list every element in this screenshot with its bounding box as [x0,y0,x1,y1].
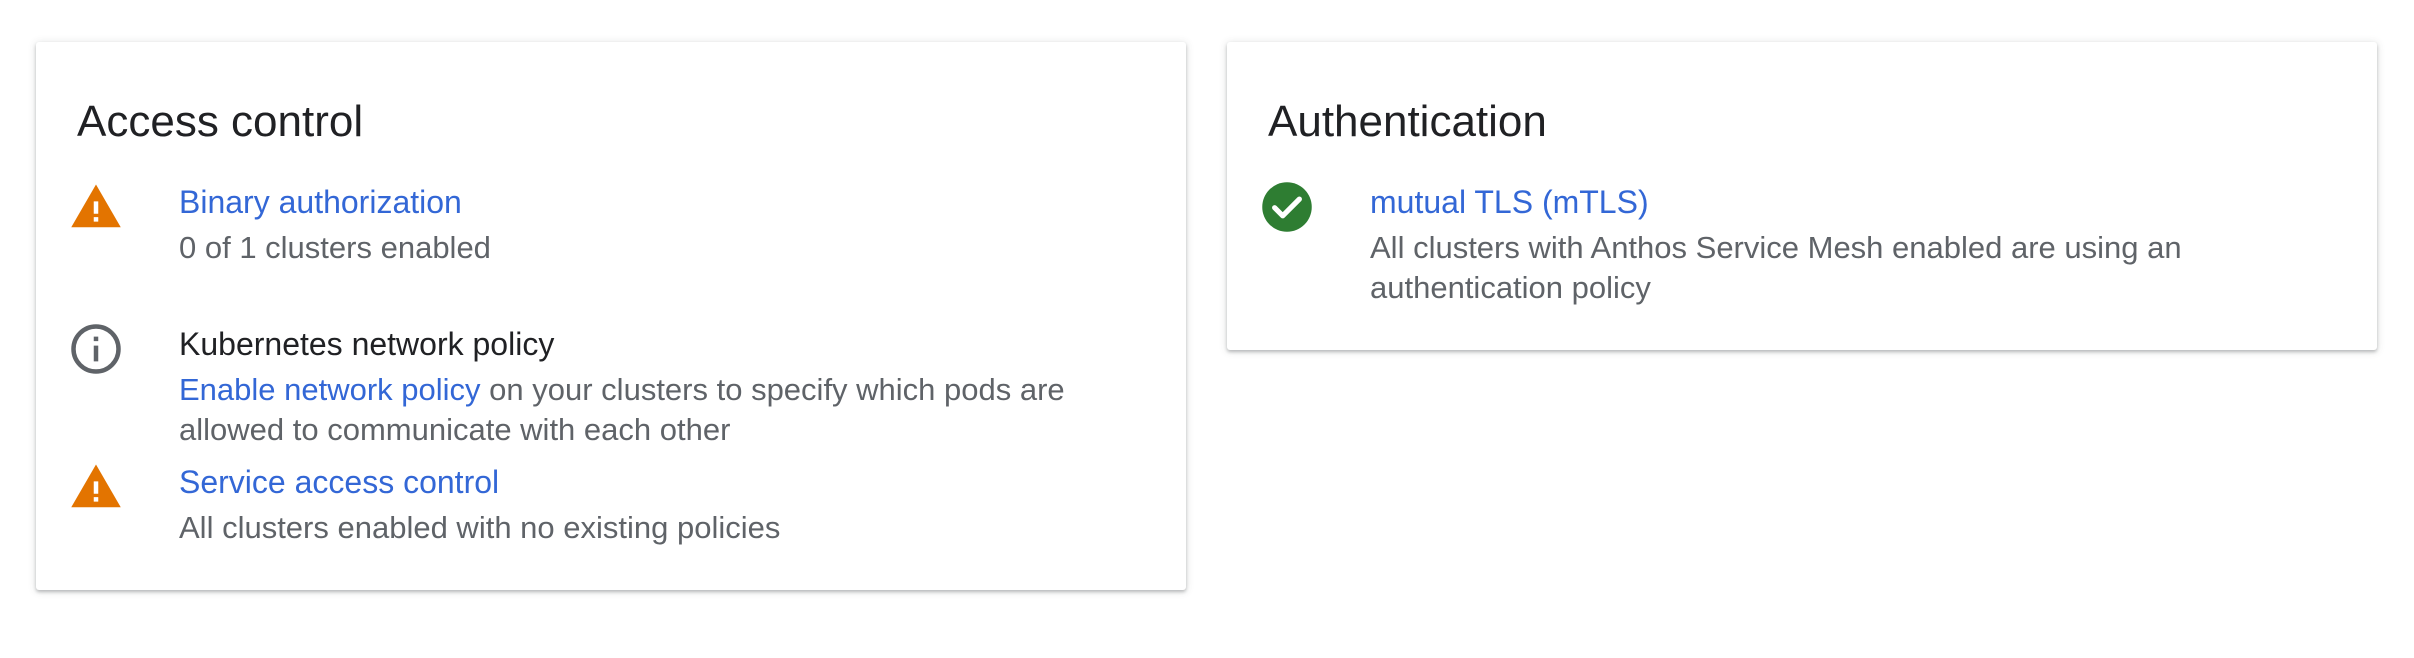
info-icon [71,324,121,374]
network-policy-title: Kubernetes network policy [179,326,555,362]
authentication-card: Authentication mutual TLS (mTLS) All clu… [1227,42,2377,350]
mtls-description: All clusters with Anthos Service Mesh en… [1370,230,2182,305]
service-access-control-body: Service access control All clusters enab… [179,460,1146,548]
service-access-control-status: All clusters enabled with no existing po… [179,510,781,545]
network-policy-body: Kubernetes network policy Enable network… [179,322,1146,450]
security-overview: Access control Binary authorization 0 of… [0,0,2414,658]
binary-authorization-body: Binary authorization 0 of 1 clusters ena… [179,180,1146,268]
check-circle-icon [1262,182,1312,232]
enable-network-policy-link[interactable]: Enable network policy [179,372,481,407]
warning-icon [71,464,121,508]
mtls-body: mutual TLS (mTLS) All clusters with Anth… [1370,180,2337,308]
binary-authorization-link[interactable]: Binary authorization [179,180,1146,224]
access-control-card: Access control Binary authorization 0 of… [36,42,1186,590]
authentication-title: Authentication [1268,97,1547,146]
warning-icon [71,184,121,228]
mtls-link[interactable]: mutual TLS (mTLS) [1370,180,2337,224]
binary-authorization-status: 0 of 1 clusters enabled [179,230,491,265]
access-control-title: Access control [77,97,364,146]
service-access-control-link[interactable]: Service access control [179,460,1146,504]
network-policy-description: Enable network policy on your clusters t… [179,370,1146,450]
